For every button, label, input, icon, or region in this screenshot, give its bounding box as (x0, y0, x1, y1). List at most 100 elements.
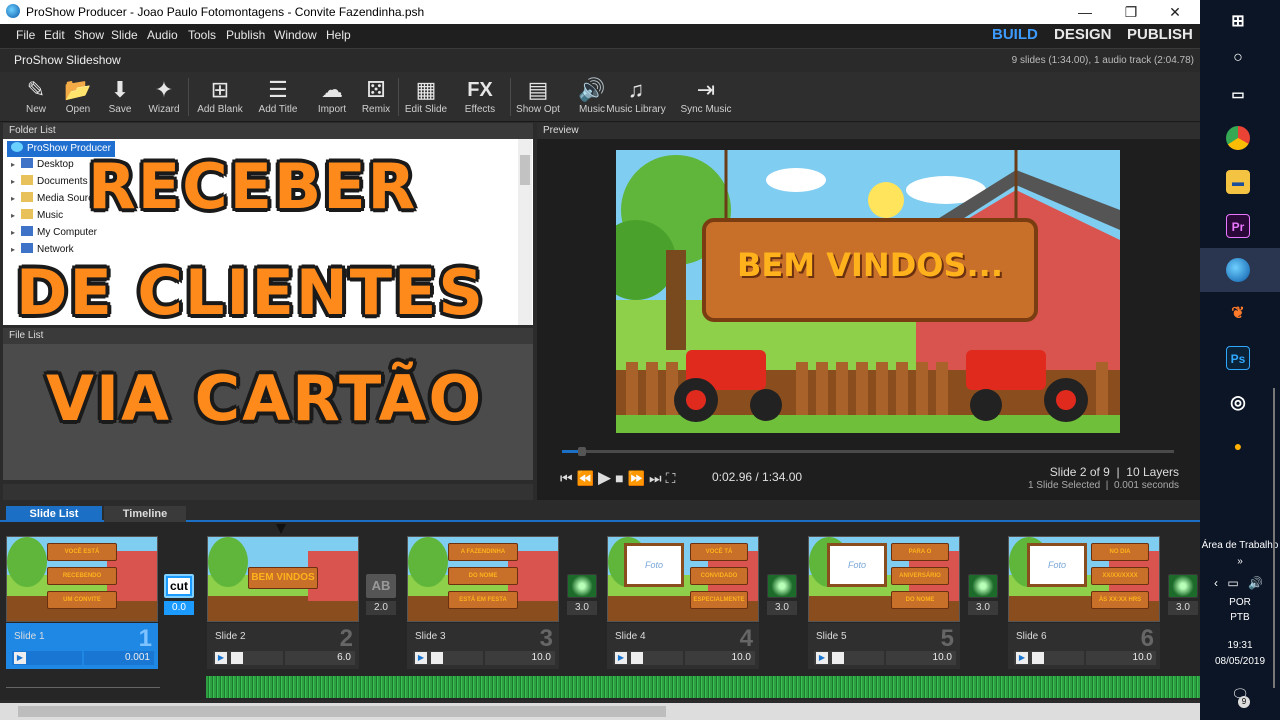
step-back-icon[interactable]: ⏪ (577, 470, 598, 486)
slide-thumbnail[interactable]: VOCÊ ESTÁ RECEBENDO UM CONVITE (6, 536, 158, 622)
close-button[interactable]: ✕ (1152, 0, 1198, 24)
transition-duration[interactable]: 3.0 (767, 601, 797, 615)
folder-scrollbar[interactable] (518, 139, 532, 325)
transition-ab-button[interactable]: AB (366, 574, 396, 598)
chevron-down-icon[interactable]: » (1200, 556, 1280, 567)
step-forward-icon[interactable]: ⏩ (628, 470, 649, 486)
premiere-icon[interactable]: Pr (1226, 214, 1250, 238)
play-slide-icon[interactable]: ▶ (14, 652, 26, 664)
slide-item[interactable]: A FAZENDINHA DO NOME ESTÁ EM FESTA Slide 3… (407, 536, 559, 670)
toolbar-remix-button[interactable]: ⚄ Remix (354, 76, 398, 115)
menu-edit[interactable]: Edit (44, 28, 65, 42)
windows-start-icon[interactable]: ⊞ (1226, 10, 1250, 34)
obs-icon[interactable]: ◎ (1226, 390, 1250, 414)
layers-icon[interactable] (832, 652, 844, 664)
transition-sparkle-button[interactable] (1168, 574, 1198, 598)
clock-date[interactable]: 08/05/2019 (1200, 656, 1280, 667)
clock-time[interactable]: 19:31 (1200, 640, 1280, 651)
transition-sparkle-button[interactable] (567, 574, 597, 598)
layers-icon[interactable] (1032, 652, 1044, 664)
toolbar-effects-button[interactable]: FX Effects (458, 76, 502, 115)
preview-progress-handle[interactable] (577, 447, 586, 456)
mode-design-tab[interactable]: DESIGN (1054, 26, 1112, 43)
layers-icon[interactable] (431, 652, 443, 664)
folder-item-music[interactable]: ▸ Music (11, 208, 63, 224)
toolbar-show-opt-button[interactable]: ▤ Show Opt (516, 76, 560, 115)
play-slide-icon[interactable]: ▶ (415, 652, 427, 664)
chrome-icon[interactable] (1226, 126, 1250, 150)
transition-sparkle-button[interactable] (767, 574, 797, 598)
slide-info-panel[interactable]: Slide 1 1 ▶ 0.001 (6, 623, 158, 669)
play-slide-icon[interactable]: ▶ (816, 652, 828, 664)
slide-thumbnail[interactable]: Foto PARA O ANIVERSÁRIO DO NOME (808, 536, 960, 622)
slide-item[interactable]: BEM VINDOS Slide 2 2 ▶ 6.0 (207, 536, 359, 670)
slide-duration[interactable]: 6.0 (285, 651, 355, 665)
tab-slide-list[interactable]: Slide List (6, 506, 102, 522)
toolbar-wizard-button[interactable]: ✦ Wizard (142, 76, 186, 115)
keyboard-layout-label[interactable]: PTB (1200, 612, 1280, 623)
play-slide-icon[interactable]: ▶ (1016, 652, 1028, 664)
slide-item[interactable]: VOCÊ ESTÁ RECEBENDO UM CONVITE Slide 1 1 ▶… (6, 536, 158, 670)
toolbar-add-blank-button[interactable]: ⊞ Add Blank (197, 76, 243, 115)
expand-arrow-icon[interactable]: ▸ (11, 174, 21, 190)
slide-play-controls[interactable]: ▶ (213, 651, 283, 665)
slide-duration[interactable]: 10.0 (886, 651, 956, 665)
play-slide-icon[interactable]: ▶ (215, 652, 227, 664)
proshow-taskbar-icon[interactable] (1226, 258, 1250, 282)
transition-duration[interactable]: 2.0 (366, 601, 396, 615)
toolbar-music-library-button[interactable]: ♫ Music Library (606, 76, 665, 115)
folder-item-desktop[interactable]: ▸ Desktop (11, 157, 74, 173)
play-icon[interactable]: ▶ (598, 468, 615, 487)
mode-publish-tab[interactable]: PUBLISH (1127, 26, 1193, 43)
skip-end-icon[interactable]: ⏭ (649, 470, 666, 486)
slide-thumbnail[interactable]: Foto NO DIA XX/XX/XXXX ÀS XX:XX HRS (1008, 536, 1160, 622)
slide-play-controls[interactable]: ▶ (1014, 651, 1084, 665)
scrollbar-thumb[interactable] (18, 706, 666, 717)
slide-play-controls[interactable]: ▶ (413, 651, 483, 665)
menu-window[interactable]: Window (274, 28, 317, 42)
app-flame-icon[interactable]: ❦ (1226, 302, 1250, 326)
tab-timeline[interactable]: Timeline (104, 506, 186, 522)
skip-start-icon[interactable]: ⏮ (560, 470, 577, 486)
slide-list-scrollbar[interactable] (0, 703, 1200, 720)
slide-thumbnail[interactable]: BEM VINDOS (207, 536, 359, 622)
mode-build-tab[interactable]: BUILD (992, 26, 1038, 43)
preview-progress-track[interactable] (562, 447, 1174, 456)
slide-play-controls[interactable]: ▶ (613, 651, 683, 665)
slide-duration[interactable]: 10.0 (1086, 651, 1156, 665)
menu-help[interactable]: Help (326, 28, 351, 42)
audio-waveform-track[interactable] (206, 676, 1200, 698)
menu-publish[interactable]: Publish (226, 28, 265, 42)
toolbar-add-title-button[interactable]: ☰ Add Title (256, 76, 300, 115)
slide-play-controls[interactable]: ▶ (814, 651, 884, 665)
slide-item[interactable]: Foto PARA O ANIVERSÁRIO DO NOME Slide 5 5 ▶… (808, 536, 960, 670)
transition-duration[interactable]: 3.0 (1168, 601, 1198, 615)
expand-arrow-icon[interactable]: ▸ (11, 208, 21, 224)
menu-file[interactable]: File (16, 28, 35, 42)
menu-audio[interactable]: Audio (147, 28, 178, 42)
slide-thumbnail[interactable]: Foto VOCÊ TÁ CONVIDADO ESPECIALMENTE (607, 536, 759, 622)
menu-show[interactable]: Show (74, 28, 104, 42)
scrollbar-thumb[interactable] (520, 155, 530, 185)
minimize-button[interactable]: — (1062, 0, 1108, 24)
transition-duration[interactable]: 3.0 (968, 601, 998, 615)
maximize-button[interactable]: ❐ (1108, 0, 1154, 24)
desktop-label[interactable]: Área de Trabalho (1200, 540, 1280, 551)
layers-icon[interactable] (231, 652, 243, 664)
slide-item[interactable]: Foto VOCÊ TÁ CONVIDADO ESPECIALMENTE Slide … (607, 536, 759, 670)
slide-duration[interactable]: 0.001 (84, 651, 154, 665)
timeline-playhead-icon[interactable] (276, 524, 286, 534)
slide-info-panel[interactable]: Slide 2 2 ▶ 6.0 (207, 623, 359, 669)
transition-duration[interactable]: 0.0 (164, 601, 194, 615)
menu-slide[interactable]: Slide (111, 28, 138, 42)
task-view-icon[interactable]: ▭ (1226, 82, 1250, 106)
slide-info-panel[interactable]: Slide 5 5 ▶ 10.0 (808, 623, 960, 669)
slide-play-controls[interactable]: ▶ (12, 651, 82, 665)
folder-item-documents[interactable]: ▸ Documents (11, 174, 88, 190)
slide-thumbnail[interactable]: A FAZENDINHA DO NOME ESTÁ EM FESTA (407, 536, 559, 622)
slide-item[interactable]: Foto NO DIA XX/XX/XXXX ÀS XX:XX HRS Slide 6… (1008, 536, 1160, 670)
fullscreen-icon[interactable]: ⛶ (666, 470, 680, 486)
language-label[interactable]: POR (1200, 597, 1280, 608)
cortana-search-icon[interactable]: ○ (1226, 46, 1250, 70)
expand-arrow-icon[interactable]: ▸ (11, 191, 21, 207)
